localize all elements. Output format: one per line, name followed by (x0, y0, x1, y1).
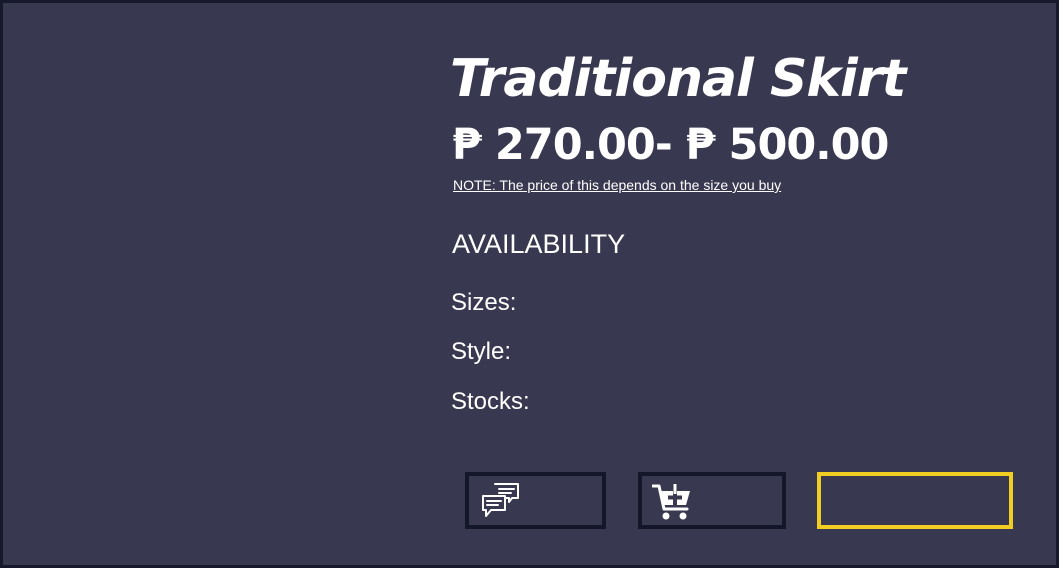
sizes-label: Sizes: (451, 289, 517, 316)
stocks-label: Stocks: (451, 388, 530, 415)
price-note: NOTE: The price of this depends on the s… (453, 177, 782, 193)
style-label: Style: (451, 338, 512, 365)
buy-now-button[interactable] (817, 472, 1013, 529)
product-image-area (6, 6, 426, 568)
price-range: ₱ 270.00- ₱ 500.00 (452, 120, 889, 170)
add-to-cart-button[interactable] (638, 472, 786, 529)
product-detail-panel: Traditional Skirt ₱ 270.00- ₱ 500.00 NOT… (0, 0, 1059, 568)
add-to-cart-icon (652, 484, 690, 520)
product-title: Traditional Skirt (450, 49, 906, 109)
availability-heading: AVAILABILITY (452, 229, 626, 259)
chat-button[interactable] (465, 472, 606, 529)
chat-bubbles-icon (482, 483, 519, 517)
